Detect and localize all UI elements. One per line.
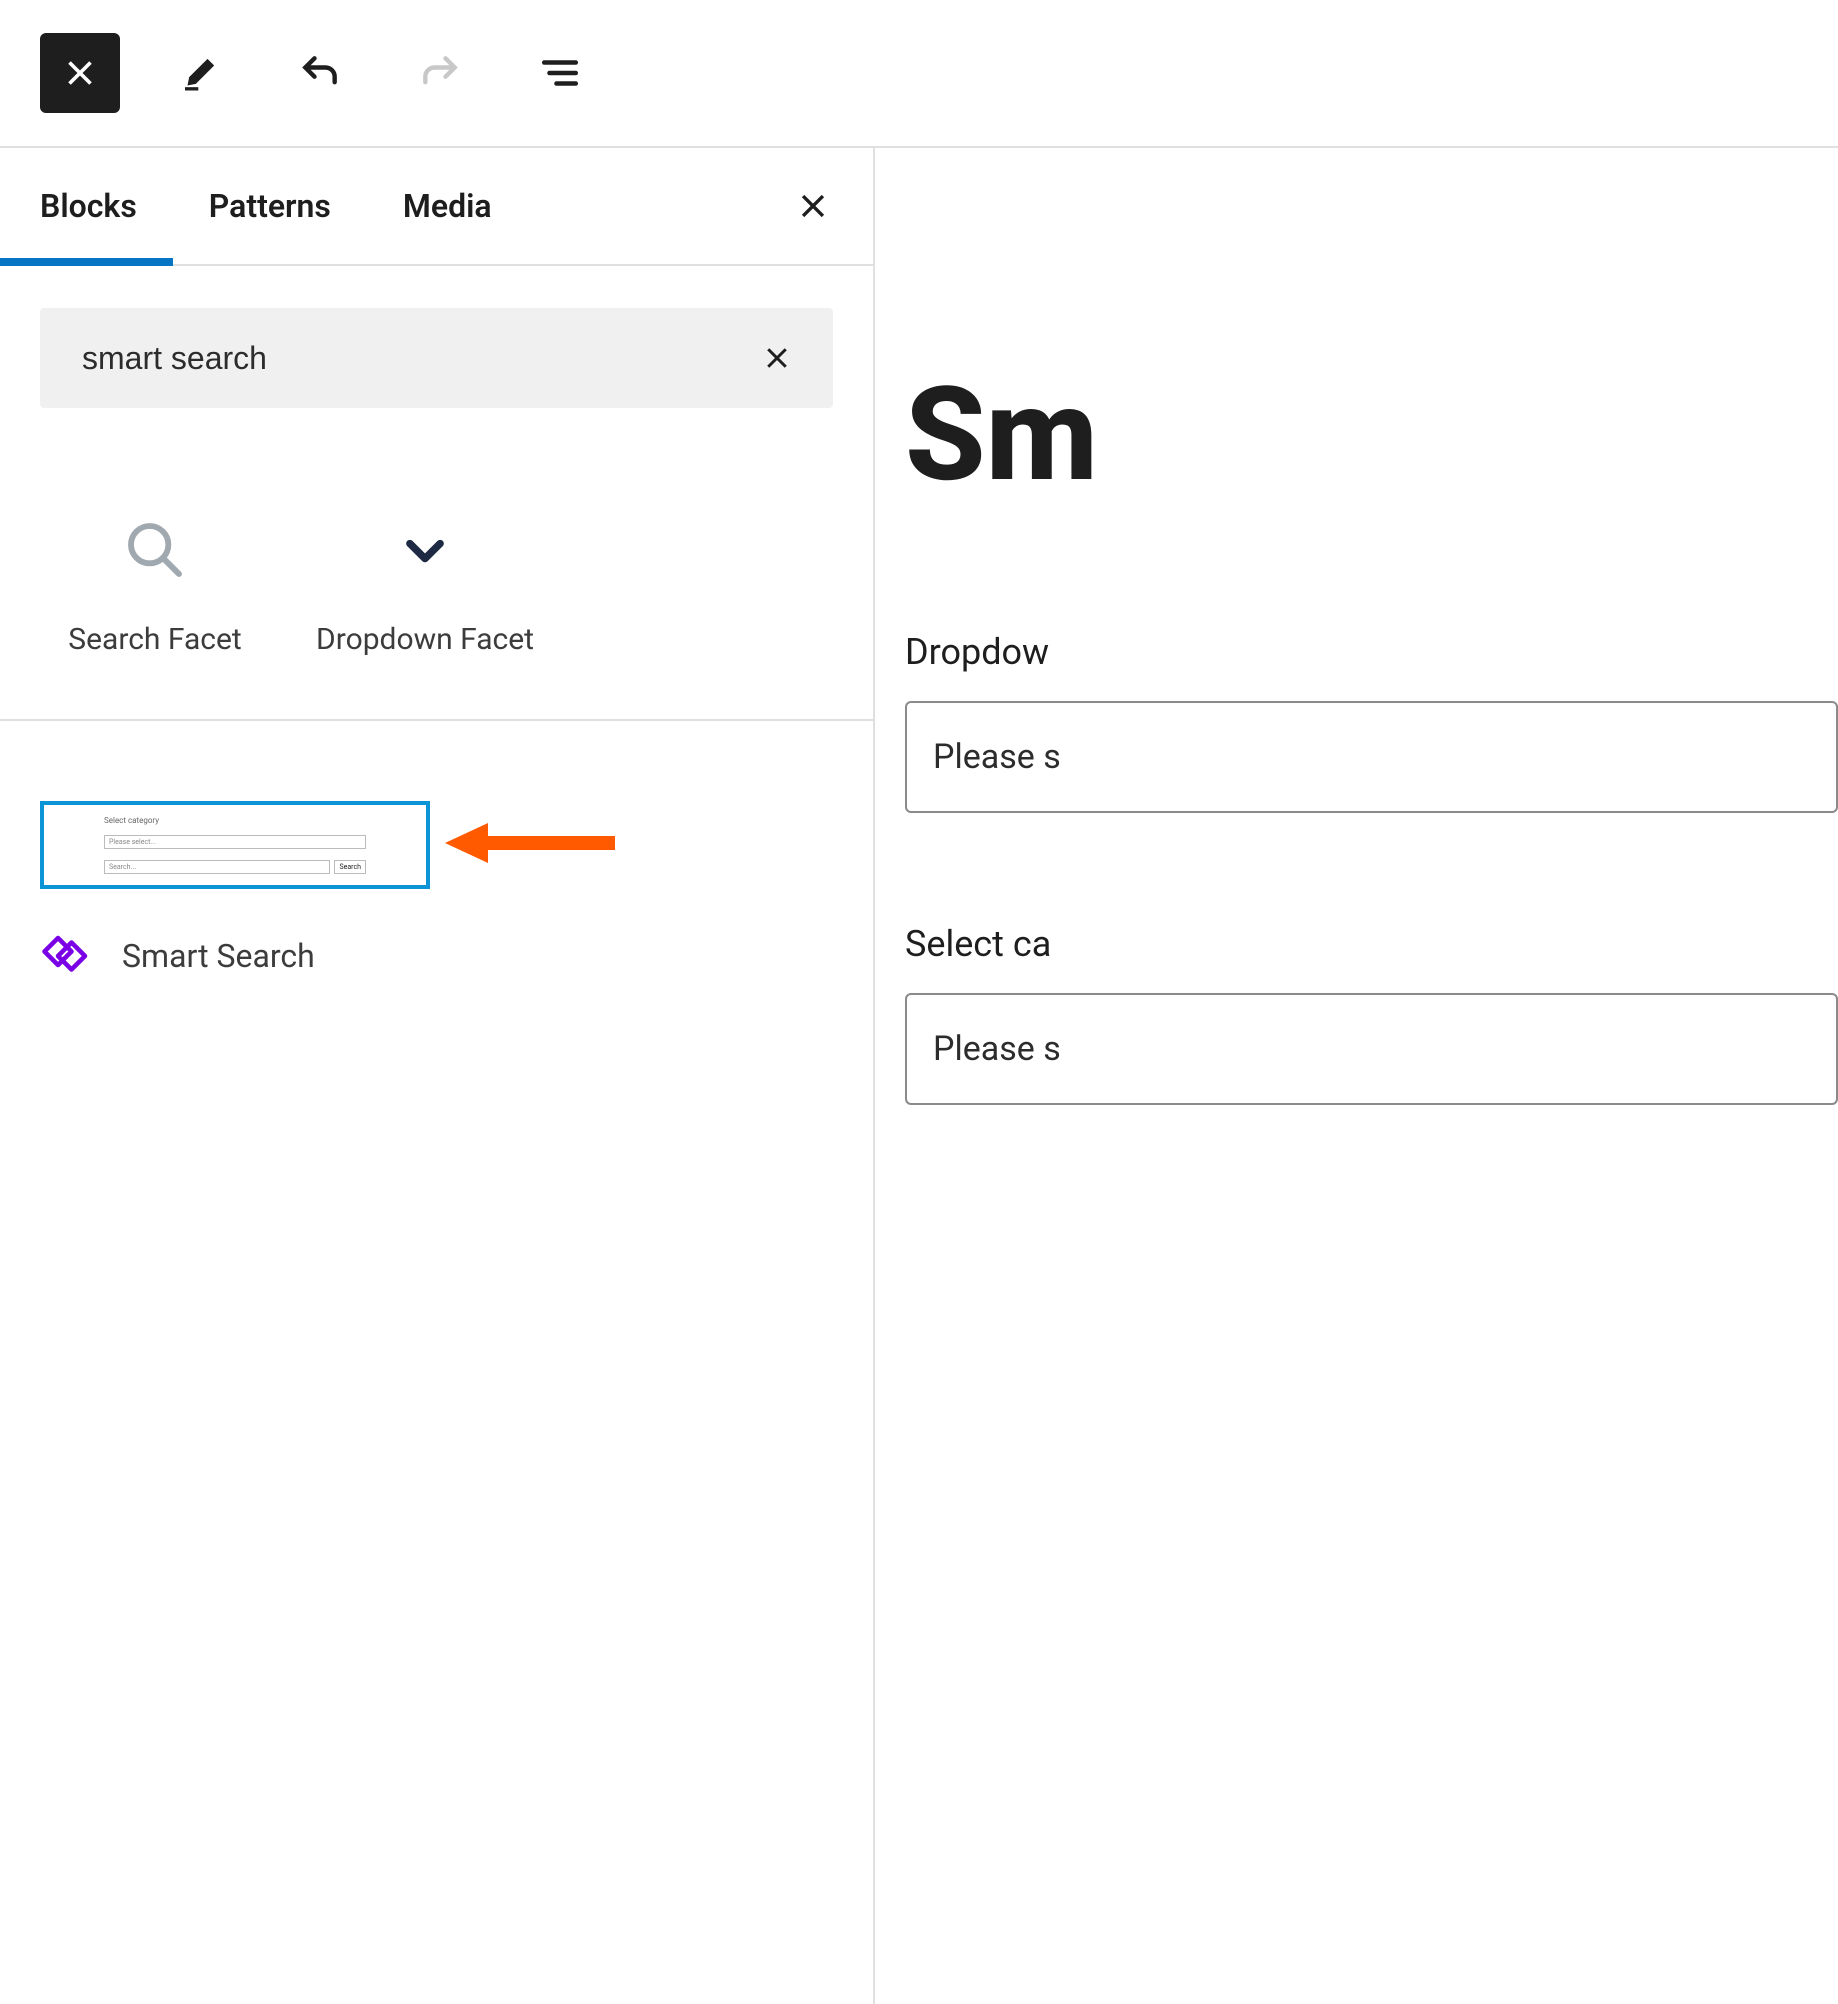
tab-patterns[interactable]: Patterns <box>173 148 367 264</box>
field-label-dropdown: Dropdow <box>905 631 1838 673</box>
field-label-select-category: Select ca <box>905 923 1838 965</box>
block-search-box <box>40 308 833 408</box>
magnify-icon <box>115 510 195 590</box>
editor-canvas: Sm Dropdow Please s Select ca Please s <box>875 148 1838 2004</box>
pencil-icon <box>180 53 220 93</box>
block-item-search-facet[interactable]: Search Facet <box>20 510 290 659</box>
category-select[interactable]: Please s <box>905 993 1838 1105</box>
pattern-preview-search-field: Search... <box>104 860 330 874</box>
undo-button[interactable] <box>280 33 360 113</box>
block-search-input[interactable] <box>82 340 755 377</box>
dropdown-facet-select[interactable]: Please s <box>905 701 1838 813</box>
chevron-down-icon <box>385 510 465 590</box>
pattern-title: Smart Search <box>122 937 315 975</box>
redo-icon <box>418 51 462 95</box>
block-label: Dropdown Facet <box>316 620 534 659</box>
block-inserter-panel: Blocks Patterns Media Search F <box>0 148 875 2004</box>
pattern-preview-label: Select category <box>104 816 366 825</box>
document-overview-button[interactable] <box>520 33 600 113</box>
block-results-grid: Search Facet Dropdown Facet <box>0 450 873 721</box>
pattern-preview-select: Please select... <box>104 835 366 849</box>
tab-media[interactable]: Media <box>367 148 528 264</box>
pattern-thumbnail-smart-search[interactable]: Select category Please select... Search.… <box>40 801 430 889</box>
close-icon <box>796 189 830 223</box>
editor-top-toolbar <box>0 0 1838 148</box>
close-inserter-button[interactable] <box>40 33 120 113</box>
close-icon <box>62 55 98 91</box>
edit-tool-button[interactable] <box>160 33 240 113</box>
pattern-overlap-icon <box>40 929 94 983</box>
block-item-dropdown-facet[interactable]: Dropdown Facet <box>290 510 560 659</box>
undo-icon <box>298 51 342 95</box>
inserter-tabs: Blocks Patterns Media <box>0 148 873 266</box>
clear-search-button[interactable] <box>755 336 799 380</box>
block-label: Search Facet <box>68 620 241 659</box>
close-icon <box>762 343 792 373</box>
page-title[interactable]: Sm <box>905 358 1838 511</box>
pattern-results: Select category Please select... Search.… <box>0 721 873 1023</box>
pattern-title-row[interactable]: Smart Search <box>40 929 833 983</box>
tab-blocks[interactable]: Blocks <box>0 148 173 264</box>
pattern-preview-search-button: Search <box>334 860 366 874</box>
close-panel-button[interactable] <box>783 176 843 236</box>
details-icon <box>539 52 581 94</box>
redo-button[interactable] <box>400 33 480 113</box>
annotation-arrow-icon <box>440 813 620 873</box>
